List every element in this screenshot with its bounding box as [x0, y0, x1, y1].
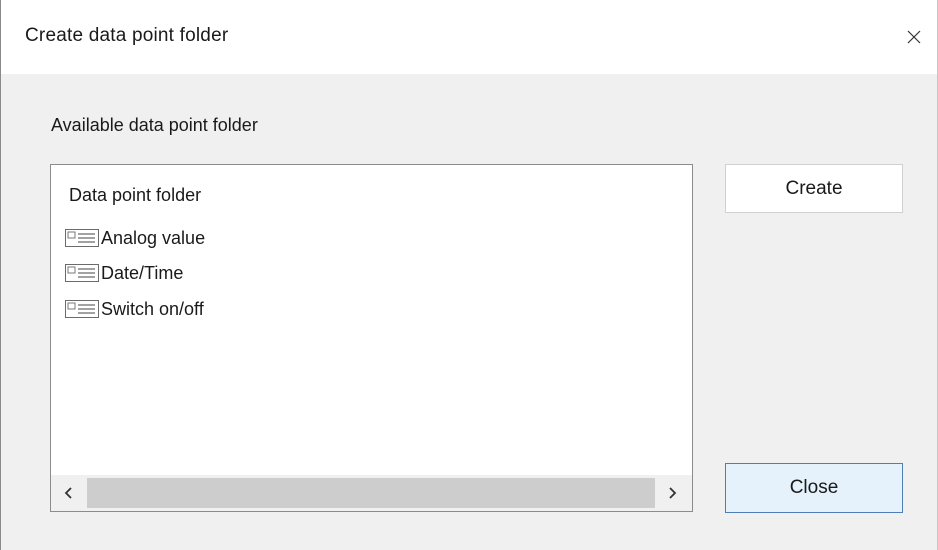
- list-item-label: Analog value: [101, 227, 206, 248]
- title-bar[interactable]: Create data point folder: [1, 0, 937, 74]
- list-item-label: Switch on/off: [101, 298, 204, 319]
- horizontal-scrollbar[interactable]: [51, 475, 692, 511]
- list-item-label: Date/Time: [101, 262, 184, 283]
- dialog-window: Create data point folder Available data …: [0, 0, 938, 550]
- list-header: Data point folder: [69, 185, 202, 205]
- list-item-analog-value[interactable]: Analog value: [65, 224, 205, 252]
- list-item-switch-on-off[interactable]: Switch on/off: [65, 295, 204, 323]
- folder-listbox[interactable]: Data point folder Analog value Date/Time…: [50, 164, 693, 512]
- scrollbar-thumb[interactable]: [87, 478, 655, 508]
- section-label: Available data point folder: [51, 115, 258, 135]
- folder-card-icon: [65, 264, 99, 282]
- create-button[interactable]: Create: [725, 164, 903, 213]
- list-item-date-time[interactable]: Date/Time: [65, 259, 183, 287]
- close-button[interactable]: Close: [725, 463, 903, 513]
- scroll-right-icon[interactable]: [656, 475, 688, 511]
- folder-card-icon: [65, 300, 99, 318]
- folder-card-icon: [65, 229, 99, 247]
- window-title: Create data point folder: [25, 25, 229, 46]
- close-icon[interactable]: [891, 14, 937, 60]
- scroll-left-icon[interactable]: [53, 475, 85, 511]
